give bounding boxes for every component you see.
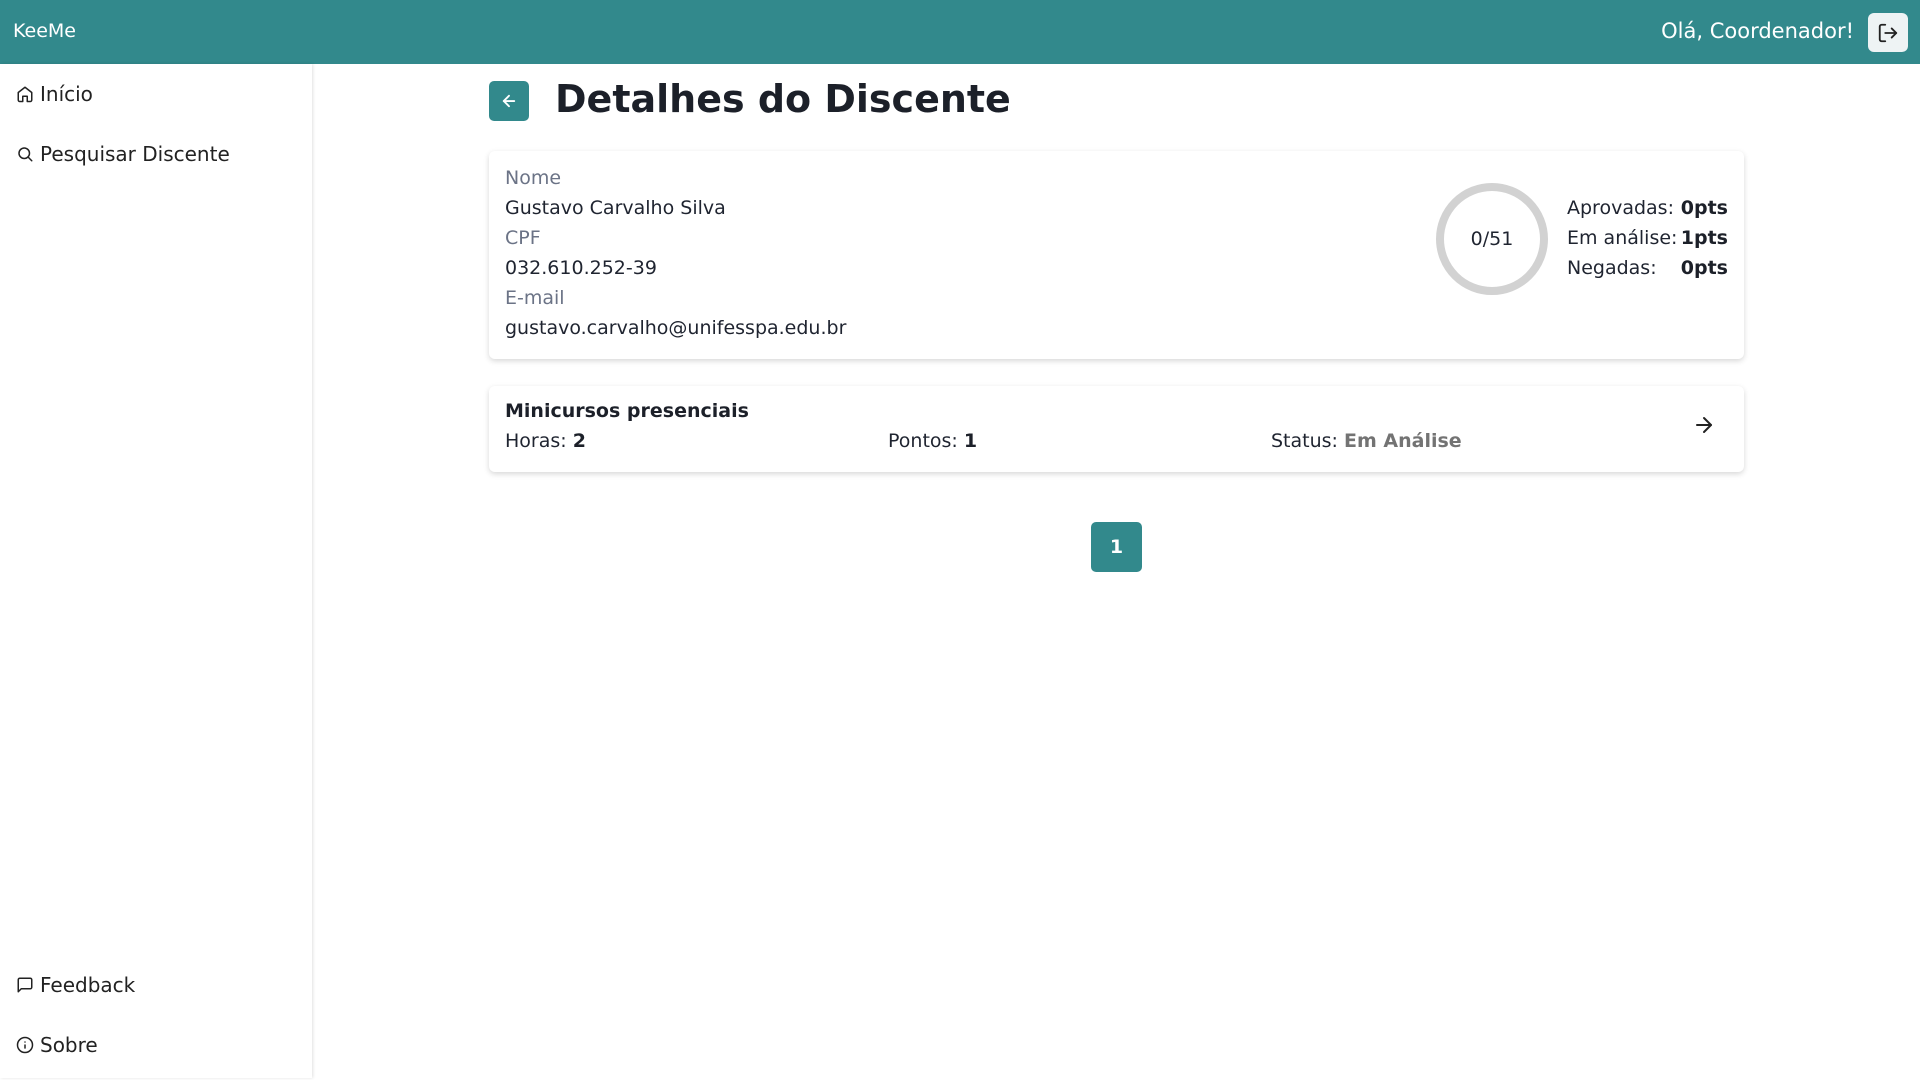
approved-label: Aprovadas: <box>1567 197 1674 219</box>
activity-card[interactable]: Minicursos presenciais Horas: 2 Pontos: … <box>489 386 1744 472</box>
main-content: Detalhes do Discente Nome Gustavo Carval… <box>312 64 1920 1080</box>
sidebar-item-label: Pesquisar Discente <box>40 142 230 166</box>
logout-button[interactable] <box>1868 13 1908 52</box>
arrow-right-icon[interactable] <box>1692 413 1716 437</box>
denied-label: Negadas: <box>1567 257 1657 279</box>
cpf-label: CPF <box>505 227 541 249</box>
activity-title: Minicursos presenciais <box>505 400 749 422</box>
sidebar-item-label: Feedback <box>40 973 136 997</box>
logout-icon <box>1878 23 1898 42</box>
activity-hours: Horas: 2 <box>505 430 586 452</box>
arrow-left-icon <box>502 94 516 108</box>
back-button[interactable] <box>489 81 529 121</box>
sidebar-item-sobre[interactable]: Sobre <box>16 1033 98 1057</box>
email-value: gustavo.carvalho@unifesspa.edu.br <box>505 317 847 339</box>
activity-points: Pontos: 1 <box>888 430 977 452</box>
points-label: Pontos: <box>888 430 958 452</box>
analysis-value: 1pts <box>1680 227 1728 249</box>
approved-value: 0pts <box>1680 197 1728 219</box>
name-label: Nome <box>505 167 562 189</box>
sidebar-item-label: Sobre <box>40 1033 98 1057</box>
name-value: Gustavo Carvalho Silva <box>505 197 726 219</box>
sidebar-item-inicio[interactable]: Início <box>16 82 93 106</box>
sidebar: Início Pesquisar Discente Feedback Sobre <box>0 64 312 1078</box>
hours-label: Horas: <box>505 430 567 452</box>
app-brand[interactable]: KeeMe <box>13 20 76 42</box>
status-label: Status: <box>1271 430 1338 452</box>
search-icon <box>18 147 33 162</box>
info-icon <box>16 1036 34 1054</box>
message-square-icon <box>17 977 33 993</box>
progress-ring-label: 0/51 <box>1470 228 1514 250</box>
cpf-value: 032.610.252-39 <box>505 257 657 279</box>
denied-value: 0pts <box>1680 257 1728 279</box>
student-info-card: Nome Gustavo Carvalho Silva CPF 032.610.… <box>489 151 1744 359</box>
points-value: 1 <box>963 430 978 452</box>
home-icon <box>17 86 33 103</box>
analysis-label: Em análise: <box>1567 227 1678 249</box>
sidebar-item-label: Início <box>40 82 93 106</box>
sidebar-item-pesquisar-discente[interactable]: Pesquisar Discente <box>16 142 230 166</box>
user-greeting: Olá, Coordenador! <box>1661 19 1854 43</box>
page-title: Detalhes do Discente <box>555 77 1011 121</box>
status-value: Em Análise <box>1344 430 1462 452</box>
hours-value: 2 <box>572 430 586 452</box>
pagination-page-button[interactable]: 1 <box>1091 522 1142 572</box>
sidebar-item-feedback[interactable]: Feedback <box>16 973 135 997</box>
top-bar: KeeMe Olá, Coordenador! <box>0 0 1920 64</box>
activity-status: Status: Em Análise <box>1271 430 1462 452</box>
email-label: E-mail <box>505 287 565 309</box>
